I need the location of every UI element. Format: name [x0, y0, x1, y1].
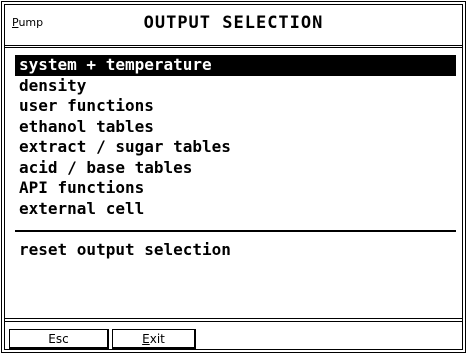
title-separator	[5, 45, 462, 48]
menu-item-acid-base-tables[interactable]: acid / base tables	[15, 158, 456, 179]
menu-item-ethanol-tables[interactable]: ethanol tables	[15, 117, 456, 138]
esc-button[interactable]: Esc	[9, 329, 109, 349]
exit-button[interactable]: Exit	[112, 329, 196, 349]
menu-item-api-functions[interactable]: API functions	[15, 178, 456, 199]
title-bar: Pump OUTPUT SELECTION	[5, 5, 462, 45]
footer-separator-inner	[5, 321, 462, 322]
list-separator	[15, 230, 456, 232]
menu-item-extract-sugar-tables[interactable]: extract / sugar tables	[15, 137, 456, 158]
exit-hotkey-letter: E	[142, 332, 150, 346]
menu-item-system-temperature[interactable]: system + temperature	[15, 55, 456, 76]
exit-label-rest: xit	[149, 332, 165, 346]
reset-section: reset output selection	[15, 240, 456, 261]
page-title: OUTPUT SELECTION	[143, 13, 324, 33]
menu-item-reset-output-selection[interactable]: reset output selection	[15, 240, 456, 261]
menu-item-user-functions[interactable]: user functions	[15, 96, 456, 117]
footer-separator	[5, 318, 462, 319]
output-selection-list: system + temperature density user functi…	[15, 55, 456, 219]
menu-item-external-cell[interactable]: external cell	[15, 199, 456, 220]
menu-item-density[interactable]: density	[15, 76, 456, 97]
